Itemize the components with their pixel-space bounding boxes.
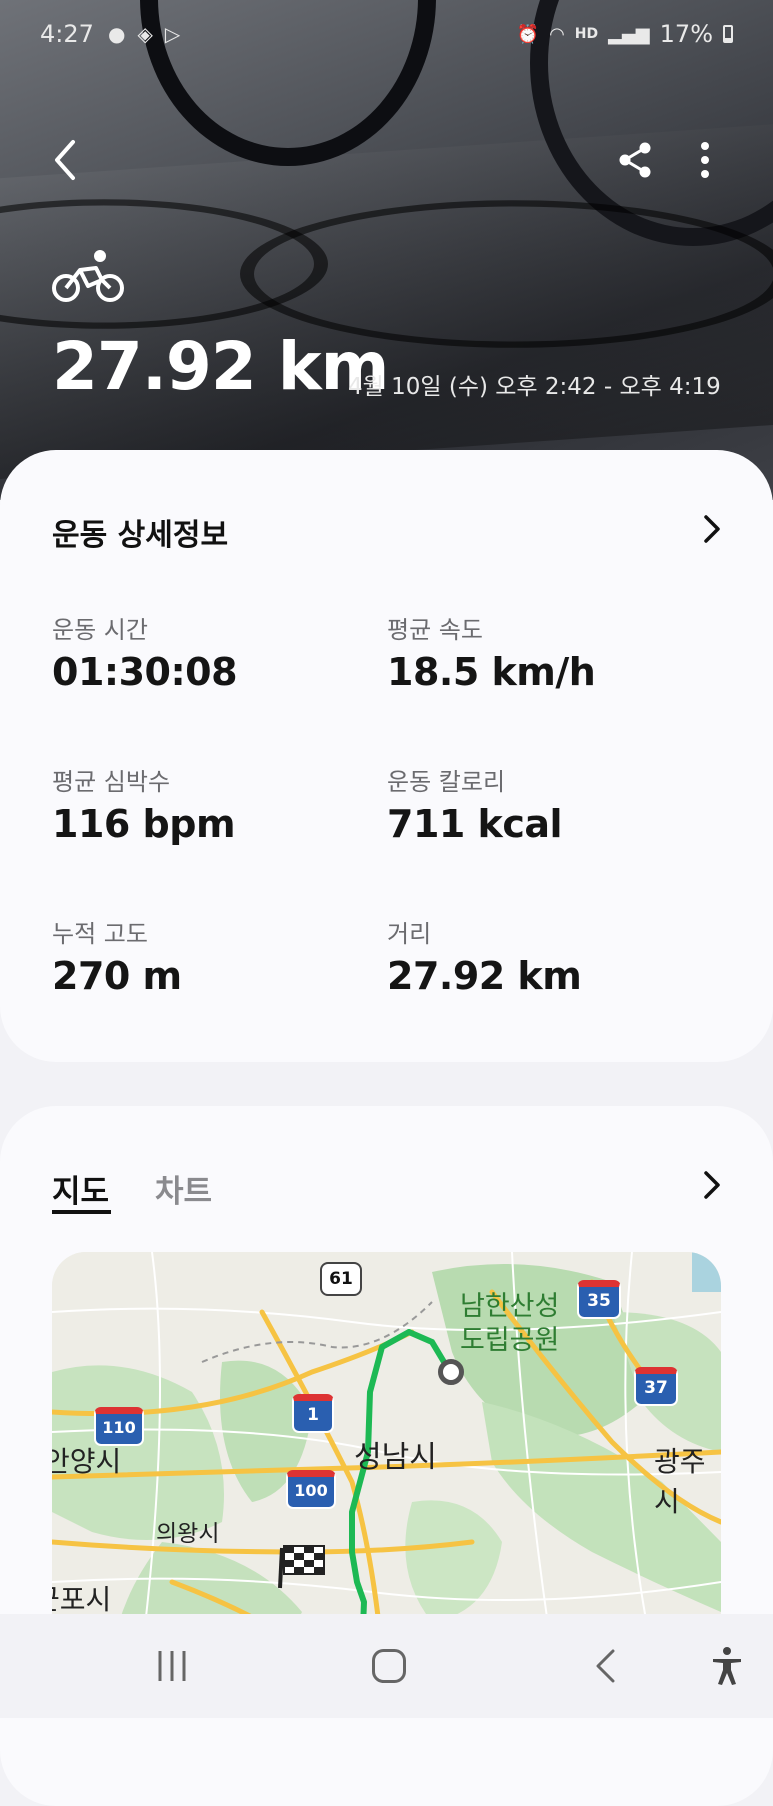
- stat-value-distance: 27.92 km: [387, 954, 582, 998]
- map-label-gwangju: 광주시: [654, 1445, 706, 1518]
- system-navigation-bar: [0, 1614, 773, 1718]
- map-label-uiwang: 의왕시: [156, 1521, 220, 1547]
- battery-percent: 17%: [659, 20, 713, 48]
- share-button[interactable]: [610, 135, 660, 185]
- battery-icon: [723, 25, 733, 43]
- route-shield-1: 1: [292, 1394, 334, 1433]
- hero-banner: 4:27 ● ◈ ▷ ⏰ ◠ HD ▂▄▆ 17% 27.92 km 4월 10…: [0, 0, 773, 500]
- stat-value-avg-heart-rate: 116 bpm: [52, 802, 236, 846]
- map-label-anyang: 안양시: [52, 1445, 122, 1478]
- play-notification-icon: ▷: [164, 22, 181, 46]
- map-label-seongnam: 성남시: [354, 1440, 437, 1475]
- tab-map[interactable]: 지도: [52, 1166, 109, 1211]
- hd-voice-icon: HD: [574, 26, 599, 42]
- map-label-park: 남한산성 도립공원: [460, 1291, 560, 1356]
- route-shield-37: 37: [634, 1367, 678, 1406]
- more-options-button[interactable]: [680, 135, 730, 185]
- chat-icon: ●: [108, 22, 126, 46]
- finish-flag-icon: [278, 1545, 325, 1589]
- more-vertical-icon: [701, 142, 709, 178]
- alarm-icon: ⏰: [516, 23, 540, 45]
- tab-chart[interactable]: 차트: [155, 1166, 212, 1211]
- chevron-right-icon[interactable]: [703, 1170, 721, 1200]
- nav-back-icon: [596, 1649, 615, 1683]
- home-button[interactable]: [362, 1642, 416, 1690]
- accessibility-button[interactable]: [700, 1642, 754, 1690]
- route-shield-100: 100: [286, 1470, 336, 1509]
- chevron-right-icon[interactable]: [703, 514, 721, 544]
- back-arrow-icon: [55, 140, 75, 180]
- status-bar: 4:27 ● ◈ ▷ ⏰ ◠ HD ▂▄▆ 17%: [0, 0, 773, 70]
- back-button[interactable]: [40, 130, 90, 190]
- stat-value-calories: 711 kcal: [387, 802, 563, 846]
- tab-selected-indicator: [52, 1210, 111, 1214]
- route-start-marker: [438, 1359, 464, 1385]
- accessibility-icon: [713, 1647, 741, 1685]
- recent-apps-button[interactable]: [145, 1644, 199, 1688]
- workout-details-card[interactable]: 운동 상세정보 운동 시간 01:30:08 평균 속도 18.5 km/h 평…: [0, 450, 773, 1062]
- route-shield-35: 35: [577, 1280, 621, 1319]
- status-right-icons: ⏰ ◠ HD ▂▄▆ 17%: [517, 20, 733, 48]
- workout-date-range: 4월 10일 (수) 오후 2:42 - 오후 4:19: [348, 374, 721, 400]
- total-distance: 27.92 km: [52, 328, 389, 405]
- app-notification-icon: ◈: [137, 22, 153, 46]
- stat-label-distance: 거리: [387, 920, 432, 948]
- recent-apps-icon: [158, 1651, 186, 1681]
- nav-back-button[interactable]: [578, 1642, 632, 1690]
- details-card-title: 운동 상세정보: [52, 518, 229, 553]
- stat-value-avg-speed: 18.5 km/h: [387, 650, 596, 694]
- route-shield-61: 61: [320, 1262, 362, 1296]
- stat-value-duration: 01:30:08: [52, 650, 238, 694]
- map-label-gunpo: 군포시: [52, 1583, 112, 1616]
- share-icon: [619, 142, 651, 178]
- cycling-icon: [52, 250, 124, 302]
- bike-shadow-image: [240, 200, 773, 348]
- signal-icon: ▂▄▆: [608, 23, 650, 45]
- stat-label-calories: 운동 칼로리: [387, 768, 506, 796]
- wifi-icon: ◠: [549, 23, 565, 45]
- stat-label-avg-speed: 평균 속도: [387, 616, 483, 644]
- notification-icons: ● ◈ ▷: [108, 22, 180, 46]
- route-map[interactable]: 61 35 37 1 110 100 남한산성 도립공원 성남시 안양시 광주시…: [52, 1252, 721, 1652]
- stat-value-elevation: 270 m: [52, 954, 182, 998]
- home-icon: [372, 1649, 406, 1683]
- stat-label-duration: 운동 시간: [52, 616, 148, 644]
- stat-label-avg-heart-rate: 평균 심박수: [52, 768, 171, 796]
- stat-label-elevation: 누적 고도: [52, 920, 148, 948]
- status-time: 4:27: [40, 20, 94, 48]
